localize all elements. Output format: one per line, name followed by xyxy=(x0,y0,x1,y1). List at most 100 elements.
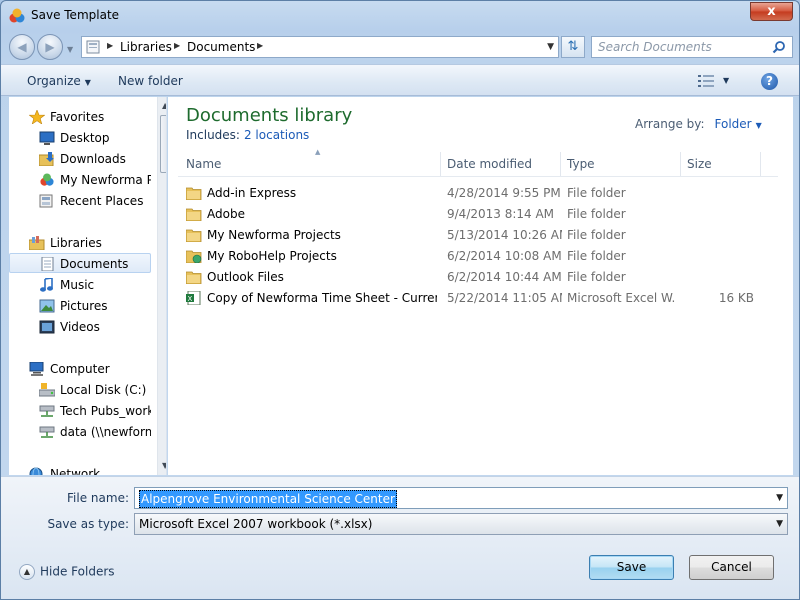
library-title: Documents library xyxy=(186,105,353,126)
column-divider[interactable] xyxy=(680,152,681,176)
back-arrow-icon: ◀ xyxy=(17,40,27,54)
file-list-pane: Documents library Includes: 2 locations A… xyxy=(168,97,793,475)
view-dropdown-icon[interactable]: ▼ xyxy=(723,76,729,85)
nav-item-downloads[interactable]: Downloads xyxy=(9,149,151,169)
command-bar: Organize ▼ New folder ▼ ? xyxy=(1,64,799,96)
nav-item-computer[interactable]: Computer xyxy=(9,359,151,379)
nav-item-data-share[interactable]: data (\\newform xyxy=(9,422,151,442)
nav-item-documents[interactable]: Documents xyxy=(9,253,151,273)
nav-label: Favorites xyxy=(50,110,105,124)
forward-arrow-icon: ▶ xyxy=(45,40,55,54)
network-drive-icon xyxy=(39,405,55,417)
star-icon xyxy=(29,110,45,124)
help-icon[interactable]: ? xyxy=(761,73,778,90)
computer-icon xyxy=(29,362,44,376)
nav-label: Pictures xyxy=(60,299,108,313)
breadcrumb-separator-icon[interactable]: ▶ xyxy=(257,41,263,50)
address-bar[interactable]: ▶ Libraries ▶ Documents ▶ ▼ xyxy=(81,36,559,58)
nav-item-network[interactable]: Network xyxy=(9,464,151,475)
locations-link[interactable]: 2 locations xyxy=(244,128,309,142)
breadcrumb-libraries[interactable]: Libraries xyxy=(120,40,172,54)
file-date: 9/4/2013 8:14 AM xyxy=(447,207,555,221)
file-type: File folder xyxy=(567,249,626,263)
file-name: My Newforma Projects xyxy=(207,228,341,242)
libraries-icon xyxy=(86,40,100,54)
save-button[interactable]: Save xyxy=(589,555,674,580)
pictures-icon xyxy=(39,299,55,313)
file-row[interactable]: X Copy of Newforma Time Sheet - Current … xyxy=(178,288,778,309)
app-icon xyxy=(9,8,25,23)
save-template-dialog: Save Template x ◀ ▶ ▼ ▶ Libraries ▶ Docu… xyxy=(0,0,800,600)
nav-item-desktop[interactable]: Desktop xyxy=(9,128,151,148)
nav-item-music[interactable]: Music xyxy=(9,275,151,295)
hide-folders-button[interactable]: ▲ Hide Folders xyxy=(19,564,115,580)
nav-label: My Newforma Pr xyxy=(60,173,151,187)
search-input[interactable]: Search Documents xyxy=(591,36,793,58)
back-button[interactable]: ◀ xyxy=(9,34,35,60)
column-size[interactable]: Size xyxy=(687,157,712,171)
filename-dropdown-icon[interactable]: ▼ xyxy=(776,493,783,503)
file-row[interactable]: Outlook Files 6/2/2014 10:44 AM File fol… xyxy=(178,267,778,288)
new-folder-button[interactable]: New folder xyxy=(118,74,183,88)
title-bar: Save Template x xyxy=(1,1,799,31)
column-name[interactable]: Name xyxy=(186,157,221,171)
recent-pages-dropdown-icon[interactable]: ▼ xyxy=(67,45,73,54)
file-name: Adobe xyxy=(207,207,245,221)
navigation-scrollbar[interactable]: ▲ ▼ xyxy=(157,97,166,475)
savetype-dropdown-icon[interactable]: ▼ xyxy=(776,519,783,529)
file-row[interactable]: My Newforma Projects 5/13/2014 10:26 AM … xyxy=(178,225,778,246)
column-date-modified[interactable]: Date modified xyxy=(447,157,532,171)
nav-label: Recent Places xyxy=(60,194,144,208)
refresh-button[interactable]: ⇅ xyxy=(561,36,585,58)
savetype-value: Microsoft Excel 2007 workbook (*.xlsx) xyxy=(139,517,373,531)
breadcrumb-separator-icon[interactable]: ▶ xyxy=(107,41,113,50)
scroll-down-icon[interactable]: ▼ xyxy=(162,461,166,470)
savetype-select[interactable]: Microsoft Excel 2007 workbook (*.xlsx) ▼ xyxy=(134,513,788,535)
scroll-thumb[interactable] xyxy=(160,115,166,173)
file-row[interactable]: My RoboHelp Projects 6/2/2014 10:08 AM F… xyxy=(178,246,778,267)
file-type: File folder xyxy=(567,270,626,284)
column-divider[interactable] xyxy=(560,152,561,176)
library-includes: Includes: 2 locations xyxy=(186,128,309,142)
newforma-icon xyxy=(40,173,54,186)
nav-item-newforma[interactable]: My Newforma Pr xyxy=(9,170,151,190)
network-icon xyxy=(29,467,43,475)
file-row[interactable]: Add-in Express 4/28/2014 9:55 PM File fo… xyxy=(178,183,778,204)
column-type[interactable]: Type xyxy=(567,157,595,171)
nav-item-videos[interactable]: Videos xyxy=(9,317,151,337)
nav-item-libraries[interactable]: Libraries xyxy=(9,233,151,253)
nav-item-tech-pubs[interactable]: Tech Pubs_worki xyxy=(9,401,151,421)
search-placeholder: Search Documents xyxy=(598,40,712,54)
filename-input[interactable]: Alpengrove Environmental Science Center … xyxy=(134,487,788,509)
includes-label: Includes: xyxy=(186,128,240,142)
nav-item-recent-places[interactable]: Recent Places xyxy=(9,191,151,211)
nav-item-pictures[interactable]: Pictures xyxy=(9,296,151,316)
column-divider[interactable] xyxy=(440,152,441,176)
file-date: 5/13/2014 10:26 AM xyxy=(447,228,562,242)
sort-ascending-icon: ▲ xyxy=(315,148,321,156)
nav-label: Network xyxy=(50,467,101,475)
file-row[interactable]: Adobe 9/4/2013 8:14 AM File folder xyxy=(178,204,778,225)
breadcrumb-separator-icon[interactable]: ▶ xyxy=(174,41,180,50)
address-dropdown-icon[interactable]: ▼ xyxy=(547,42,554,52)
scroll-up-icon[interactable]: ▲ xyxy=(162,101,166,110)
address-row: ◀ ▶ ▼ ▶ Libraries ▶ Documents ▶ ▼ ⇅ Sear… xyxy=(1,31,799,63)
breadcrumb-documents[interactable]: Documents xyxy=(187,40,255,54)
file-date: 5/22/2014 11:05 AM xyxy=(447,291,562,305)
column-divider[interactable] xyxy=(760,152,761,176)
organize-button[interactable]: Organize ▼ xyxy=(27,74,91,88)
arrange-dropdown[interactable]: Folder xyxy=(715,117,752,131)
file-name: Add-in Express xyxy=(207,186,297,200)
filename-label: File name: xyxy=(67,491,129,505)
arrange-caret-icon[interactable]: ▼ xyxy=(756,121,762,130)
search-icon[interactable] xyxy=(772,40,786,54)
arrange-by: Arrange by: Folder ▼ xyxy=(635,117,762,131)
close-button[interactable]: x xyxy=(750,2,793,21)
forward-button[interactable]: ▶ xyxy=(37,34,63,60)
window-title: Save Template xyxy=(31,8,120,22)
view-options-icon[interactable] xyxy=(698,75,714,87)
nav-item-local-disk[interactable]: Local Disk (C:) xyxy=(9,380,151,400)
nav-item-favorites[interactable]: Favorites xyxy=(9,107,151,127)
libraries-icon xyxy=(29,236,45,250)
cancel-button[interactable]: Cancel xyxy=(689,555,774,580)
